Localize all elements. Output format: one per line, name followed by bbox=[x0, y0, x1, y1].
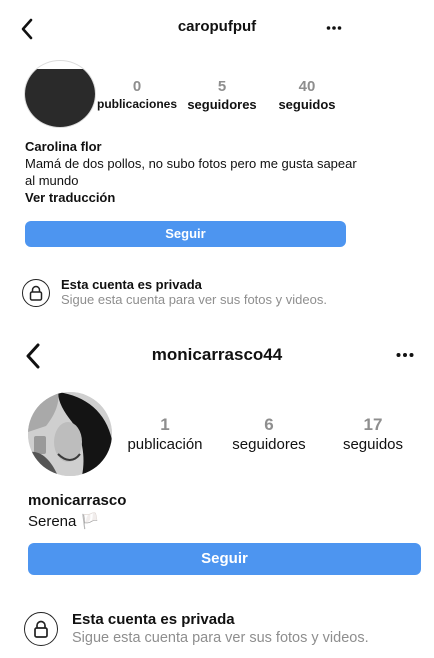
follow-button[interactable]: Seguir bbox=[28, 543, 421, 575]
lock-icon bbox=[33, 620, 48, 638]
stat-followers-label: seguidores bbox=[232, 436, 306, 453]
stat-posts: 1 publicación bbox=[118, 415, 212, 453]
avatar-photo bbox=[28, 392, 112, 476]
header-bar: monicarrasco44 bbox=[0, 326, 434, 386]
bio-section: Carolina flor Mamá de dos pollos, no sub… bbox=[25, 138, 405, 206]
more-options-icon[interactable] bbox=[326, 25, 342, 31]
profile-username: monicarrasco44 bbox=[151, 345, 283, 364]
header-bar: caropufpuf bbox=[0, 0, 434, 56]
lock-icon-circle bbox=[22, 279, 50, 307]
bio-text: Serena 🏳️ bbox=[28, 513, 100, 530]
stat-followers[interactable]: 5 seguidores bbox=[184, 78, 260, 112]
stat-followers[interactable]: 6 seguidores bbox=[222, 415, 316, 453]
profile-panel-1: caropufpuf 0 publicaciones 5 seguidores … bbox=[0, 0, 434, 326]
stat-followers-count: 6 bbox=[264, 415, 274, 434]
display-name: Carolina flor bbox=[25, 139, 102, 154]
follow-button[interactable]: Seguir bbox=[25, 221, 346, 247]
private-notice: Esta cuenta es privada Sigue esta cuenta… bbox=[0, 606, 434, 654]
stat-following[interactable]: 40 seguidos bbox=[272, 78, 342, 112]
stat-posts-count: 1 bbox=[160, 415, 170, 434]
avatar[interactable] bbox=[28, 392, 112, 476]
stat-following-count: 40 bbox=[298, 78, 316, 95]
lock-icon bbox=[29, 285, 42, 301]
private-notice: Esta cuenta es privada Sigue esta cuenta… bbox=[0, 272, 434, 316]
stat-following-label: seguidos bbox=[278, 97, 336, 112]
private-subtitle: Sigue esta cuenta para ver sus fotos y v… bbox=[61, 292, 327, 307]
bio-text: Mamá de dos pollos, no subo fotos pero m… bbox=[25, 156, 357, 188]
stat-followers-label: seguidores bbox=[187, 97, 257, 112]
lock-icon-circle bbox=[24, 612, 58, 646]
display-name: monicarrasco bbox=[28, 492, 127, 509]
stat-following-label: seguidos bbox=[342, 436, 404, 453]
translate-link[interactable]: Ver traducción bbox=[25, 189, 405, 206]
profile-panel-2: monicarrasco44 1 publicación 6 seguidore… bbox=[0, 326, 434, 658]
private-subtitle: Sigue esta cuenta para ver sus fotos y v… bbox=[72, 630, 369, 646]
stat-posts-count: 0 bbox=[132, 78, 142, 95]
stat-posts-label: publicación bbox=[127, 436, 203, 453]
avatar[interactable] bbox=[24, 60, 96, 128]
private-title: Esta cuenta es privada bbox=[72, 611, 235, 628]
bio-section: monicarrasco Serena 🏳️ bbox=[28, 490, 408, 532]
more-options-icon[interactable] bbox=[396, 352, 414, 358]
stat-following[interactable]: 17 seguidos bbox=[334, 415, 412, 453]
stat-posts: 0 publicaciones bbox=[96, 78, 178, 111]
profile-username: caropufpuf bbox=[177, 18, 257, 35]
stat-followers-count: 5 bbox=[217, 78, 227, 95]
stat-following-count: 17 bbox=[363, 415, 383, 434]
private-title: Esta cuenta es privada bbox=[61, 277, 202, 292]
stat-posts-label: publicaciones bbox=[96, 97, 178, 111]
